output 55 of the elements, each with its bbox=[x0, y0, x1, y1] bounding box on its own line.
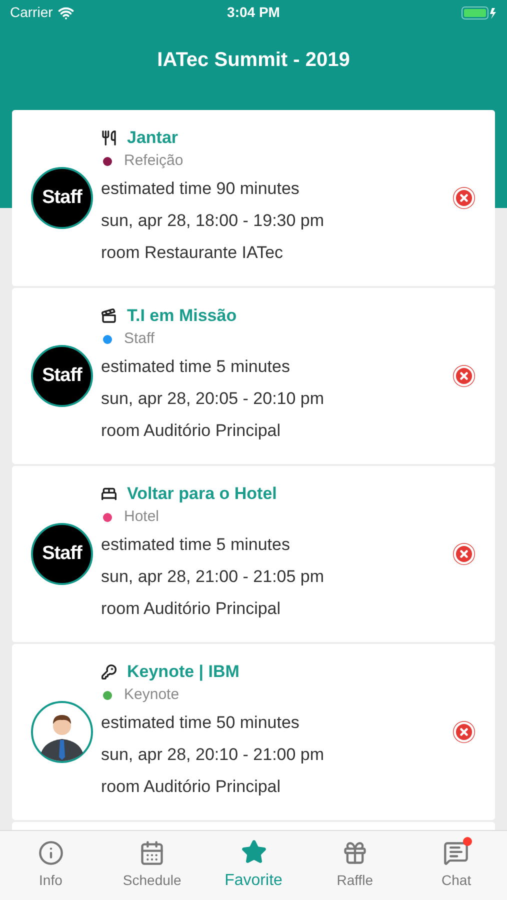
avatar: Staff bbox=[31, 345, 93, 407]
event-card[interactable]: Staff Voltar para o Hotel Hotel estimated time 5 minutes sun, apr 28, 21:00 - 21:05 pm room Auditório Principal bbox=[12, 466, 495, 642]
event-time: sun, apr 28, 21:00 - 21:05 pm bbox=[101, 566, 326, 588]
event-title: Jantar bbox=[127, 127, 178, 150]
person-avatar bbox=[31, 701, 93, 763]
fork-knife-icon bbox=[101, 130, 117, 146]
event-time: sun, apr 28, 18:00 - 19:30 pm bbox=[101, 210, 326, 232]
event-card[interactable]: Staff T.I em Missão Staff estimated time 5 minutes sun, apr 28, 20:05 - 20:10 pm room Auditório Principal bbox=[12, 288, 495, 464]
remove-button[interactable] bbox=[453, 721, 475, 743]
event-room: room Restaurante IATec bbox=[101, 242, 284, 264]
tab[interactable]: Favorite bbox=[202, 831, 304, 900]
event-room: room Auditório Principal bbox=[101, 420, 282, 442]
remove-button[interactable] bbox=[453, 543, 475, 565]
event-time: sun, apr 28, 20:10 - 21:00 pm bbox=[101, 744, 326, 766]
event-title: Voltar para o Hotel bbox=[127, 483, 277, 506]
event-category: Hotel bbox=[124, 506, 160, 527]
close-icon bbox=[453, 187, 475, 209]
carrier-label: Carrier bbox=[10, 3, 53, 22]
event-card[interactable]: Staff Jantar Refeição estimated time 90 minutes sun, apr 28, 18:00 - 19:30 pm room Restaurante IATec bbox=[12, 110, 495, 286]
event-room: room Auditório Principal bbox=[101, 776, 282, 798]
event-duration: estimated time 50 minutes bbox=[101, 712, 300, 734]
tab[interactable]: Schedule bbox=[101, 831, 203, 900]
close-icon bbox=[453, 543, 475, 565]
status-time: 3:04 PM bbox=[227, 3, 280, 22]
event-time: sun, apr 28, 20:05 - 20:10 pm bbox=[101, 388, 326, 410]
bed-icon bbox=[101, 486, 117, 502]
event-category: Refeição bbox=[124, 150, 184, 171]
avatar: Staff bbox=[31, 167, 93, 229]
event-category: Staff bbox=[124, 328, 155, 349]
event-room: room Auditório Principal bbox=[101, 598, 282, 620]
tab[interactable]: Raffle bbox=[304, 831, 406, 900]
event-duration: estimated time 90 minutes bbox=[101, 178, 300, 200]
close-icon bbox=[453, 721, 475, 743]
event-card[interactable]: Keynote | IBM Keynote estimated time 50 minutes sun, apr 28, 20:10 - 21:00 pm room Auditório Principal bbox=[12, 644, 495, 820]
event-category: Keynote bbox=[124, 684, 180, 705]
event-title: Keynote | IBM bbox=[127, 661, 240, 684]
clapperboard-icon bbox=[101, 308, 117, 324]
info-icon bbox=[38, 840, 64, 866]
tab[interactable]: Info bbox=[0, 831, 102, 900]
wifi-icon bbox=[58, 4, 74, 20]
event-title: T.I em Missão bbox=[127, 305, 237, 328]
app-title: IATec Summit - 2019 bbox=[157, 48, 350, 73]
avatar: Staff bbox=[31, 523, 93, 585]
remove-button[interactable] bbox=[453, 187, 475, 209]
chat-icon bbox=[443, 840, 470, 866]
calendar-icon bbox=[139, 840, 166, 866]
tab[interactable]: Chat bbox=[406, 831, 507, 900]
gift-icon bbox=[342, 840, 368, 866]
event-duration: estimated time 5 minutes bbox=[101, 356, 291, 378]
key-icon bbox=[101, 664, 117, 680]
event-duration: estimated time 5 minutes bbox=[101, 534, 291, 556]
remove-button[interactable] bbox=[453, 365, 475, 387]
close-icon bbox=[453, 365, 475, 387]
star-icon bbox=[240, 838, 267, 864]
battery-icon bbox=[461, 6, 497, 20]
